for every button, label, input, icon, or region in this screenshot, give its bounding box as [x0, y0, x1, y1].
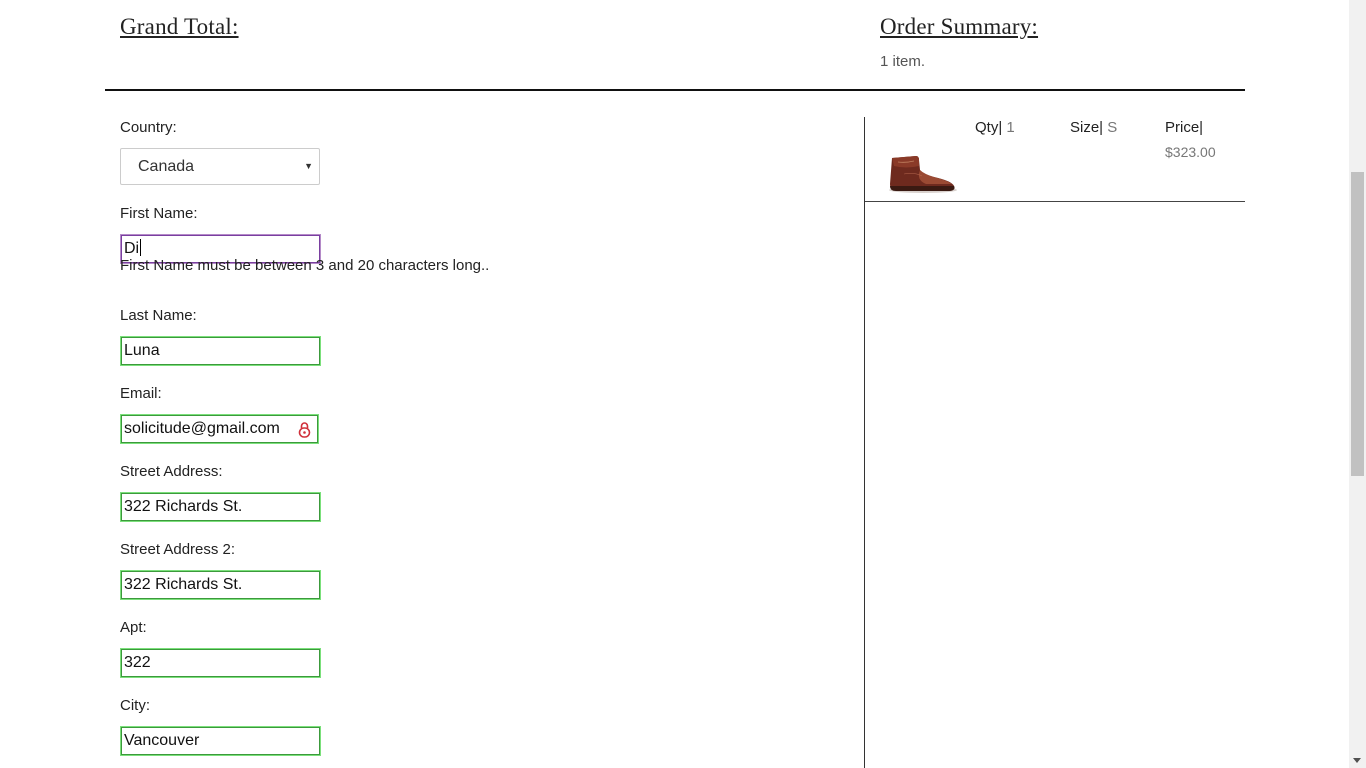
price-label: Price| [1165, 119, 1204, 136]
last-name-input[interactable]: Luna [120, 336, 321, 366]
street-address-2-input[interactable]: 322 Richards St. [120, 570, 321, 600]
column-divider [864, 117, 865, 768]
last-name-value: Luna [124, 342, 160, 359]
password-manager-lock-icon[interactable] [298, 421, 311, 438]
grand-total-title: Grand Total: [120, 14, 239, 39]
first-name-label: First Name: [120, 205, 198, 222]
size-value: S [1107, 119, 1118, 136]
qty-column: Qty| 1 [975, 119, 1015, 136]
country-select[interactable]: Canada ▼ [120, 148, 320, 185]
header-divider [105, 89, 1245, 91]
street-address-label: Street Address: [120, 463, 223, 480]
qty-label: Qty| [975, 119, 1003, 136]
city-label: City: [120, 697, 150, 714]
country-field: Country: Canada ▼ [120, 119, 320, 185]
country-label: Country: [120, 119, 177, 136]
size-column: Size| S [1070, 119, 1117, 136]
dropdown-arrow-icon: ▼ [304, 161, 313, 171]
street-address-field: Street Address: 322 Richards St. [120, 463, 321, 522]
text-caret [140, 239, 142, 256]
city-input[interactable]: Vancouver [120, 726, 321, 756]
checkout-page: Grand Total: Order Summary: 1 item. Coun… [0, 0, 1349, 768]
item-count: 1 item. [880, 53, 926, 70]
scroll-down-arrow-icon[interactable] [1353, 758, 1361, 763]
street-address-2-value: 322 Richards St. [124, 576, 243, 593]
street-address-input[interactable]: 322 Richards St. [120, 492, 321, 522]
email-label: Email: [120, 385, 162, 402]
vertical-scrollbar[interactable] [1349, 0, 1366, 768]
apt-label: Apt: [120, 619, 147, 636]
first-name-value: Di [124, 240, 140, 257]
apt-input[interactable]: 322 [120, 648, 321, 678]
city-field: City: Vancouver [120, 697, 321, 756]
city-value: Vancouver [124, 732, 200, 749]
email-input[interactable]: solicitude@gmail.com [120, 414, 319, 444]
size-label: Size| [1070, 119, 1104, 136]
summary-item-divider [865, 201, 1245, 202]
street-address-2-field: Street Address 2: 322 Richards St. [120, 541, 321, 600]
qty-value: 1 [1006, 119, 1015, 136]
country-select-value: Canada [138, 158, 195, 175]
last-name-field: Last Name: Luna [120, 307, 321, 366]
price-value: $323.00 [1165, 144, 1216, 160]
street-address-2-label: Street Address 2: [120, 541, 236, 558]
price-column: Price| [1165, 119, 1203, 136]
email-value: solicitude@gmail.com [124, 420, 280, 437]
first-name-field: First Name: Di First Name must be betwee… [120, 205, 489, 274]
email-field: Email: solicitude@gmail.com [120, 385, 319, 444]
apt-field: Apt: 322 [120, 619, 321, 678]
product-image [889, 156, 957, 193]
street-address-value: 322 Richards St. [124, 498, 243, 515]
apt-value: 322 [124, 654, 151, 671]
last-name-label: Last Name: [120, 307, 197, 324]
order-summary-title: Order Summary: [880, 14, 1039, 39]
first-name-error: First Name must be between 3 and 20 char… [120, 257, 490, 274]
scrollbar-thumb[interactable] [1351, 172, 1364, 476]
